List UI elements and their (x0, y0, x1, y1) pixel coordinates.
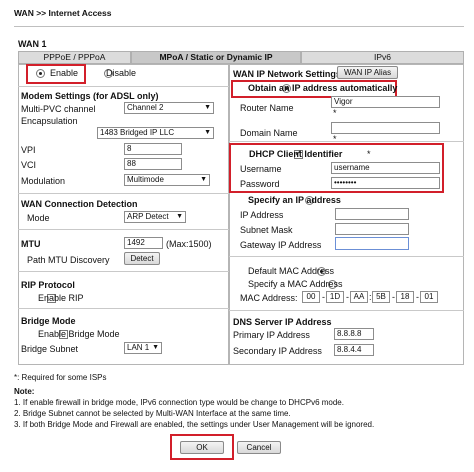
dhcp-note: * (367, 149, 371, 159)
primary-dns-label: Primary IP Address (233, 330, 310, 340)
mtu-title: MTU (21, 239, 41, 249)
modem-title: Modem Settings (for ADSL only) (21, 91, 159, 101)
secondary-dns-label: Secondary IP Address (233, 346, 322, 356)
detect-button[interactable]: Detect (124, 252, 160, 265)
encap-value: 1483 Bridged IP LLC (100, 128, 175, 137)
mac-separator: - (322, 292, 325, 302)
chevron-down-icon: ▼ (176, 213, 183, 220)
pvc-label: Multi-PVC channel (21, 104, 96, 114)
chevron-down-icon: ▼ (204, 129, 211, 136)
bridge-subnet-value: LAN 1 (127, 343, 150, 352)
mtu-max: (Max:1500) (166, 239, 212, 249)
mac-part-2[interactable]: 1D (326, 291, 344, 303)
mtu-discovery-label: Path MTU Discovery (27, 255, 110, 265)
modulation-select[interactable]: Multimode ▼ (124, 174, 210, 186)
enable-rip-label: Enable RIP (38, 293, 84, 303)
mac-separator: - (392, 292, 395, 302)
specify-mac-label: Specify a MAC Address (248, 279, 343, 289)
divider (229, 256, 464, 257)
mac-part-5[interactable]: 18 (396, 291, 414, 303)
divider (18, 193, 229, 194)
note-2: 2. Bridge Subnet cannot be selected by M… (14, 409, 291, 418)
vci-label: VCI (21, 160, 37, 170)
divider (18, 271, 229, 272)
ip-address-label: IP Address (240, 210, 284, 220)
section-title: WAN 1 (18, 39, 47, 49)
tab-pppoe[interactable]: PPPoE / PPPoA (18, 51, 131, 64)
tab-ipv6[interactable]: IPv6 (301, 51, 464, 64)
router-name-note: * (333, 108, 337, 118)
gateway-label: Gateway IP Address (240, 240, 322, 250)
vci-input[interactable]: 88 (124, 158, 182, 170)
subnet-mask-label: Subnet Mask (240, 225, 293, 235)
wcd-mode-select[interactable]: ARP Detect ▼ (124, 211, 186, 223)
tab-mpoa[interactable]: MPoA / Static or Dynamic IP (131, 51, 301, 64)
enable-bridge-label: Enable Bridge Mode (38, 329, 120, 339)
chevron-down-icon: ▼ (152, 344, 159, 351)
divider (18, 308, 229, 309)
obtain-auto-label: Obtain an IP address automatically (248, 83, 398, 93)
secondary-dns-input[interactable]: 8.8.4.4 (334, 344, 374, 356)
primary-dns-input[interactable]: 8.8.8.8 (334, 328, 374, 340)
chevron-down-icon: ▼ (204, 104, 211, 111)
domain-input[interactable] (331, 122, 440, 134)
required-note: *: Required for some ISPs (14, 373, 107, 382)
password-label: Password (240, 179, 280, 189)
subnet-mask-input[interactable] (335, 223, 409, 235)
pvc-select[interactable]: Channel 2 ▼ (124, 102, 214, 114)
mac-address-label: MAC Address: (240, 293, 298, 303)
divider (14, 26, 464, 27)
gateway-input[interactable] (335, 237, 409, 250)
pvc-value: Channel 2 (127, 103, 164, 112)
username-label: Username (240, 164, 282, 174)
wan-ip-network-tab[interactable]: WAN IP Network Settings (233, 69, 341, 79)
divider (229, 310, 464, 311)
mac-separator: - (416, 292, 419, 302)
wcd-title: WAN Connection Detection (21, 199, 138, 209)
cancel-button[interactable]: Cancel (237, 441, 281, 454)
password-input[interactable]: •••••••• (331, 177, 440, 189)
specify-ip-label: Specify an IP address (248, 195, 341, 205)
dns-title: DNS Server IP Address (233, 317, 332, 327)
wan-ip-alias-button[interactable]: WAN IP Alias (337, 66, 398, 79)
bridge-subnet-select[interactable]: LAN 1 ▼ (124, 342, 162, 354)
notes-title: Note: (14, 387, 35, 396)
note-3: 3. If both Bridge Mode and Firewall are … (14, 420, 375, 429)
username-input[interactable]: username (331, 162, 440, 174)
vpi-label: VPI (21, 145, 36, 155)
mac-part-3[interactable]: AA (350, 291, 368, 303)
wcd-mode-label: Mode (27, 213, 50, 223)
vpi-input[interactable]: 8 (124, 143, 182, 155)
divider (229, 141, 464, 142)
encap-label: Encapsulation (21, 116, 78, 126)
mac-part-1[interactable]: 00 (302, 291, 320, 303)
mtu-input[interactable]: 1492 (124, 237, 163, 249)
bridge-subnet-label: Bridge Subnet (21, 344, 79, 354)
encap-select[interactable]: 1483 Bridged IP LLC ▼ (97, 127, 214, 139)
mac-separator: - (346, 292, 349, 302)
enable-radio[interactable] (36, 69, 45, 78)
ok-button[interactable]: OK (180, 441, 224, 454)
default-mac-label: Default MAC Address (248, 266, 335, 276)
wcd-mode-value: ARP Detect (127, 212, 169, 221)
modulation-label: Modulation (21, 176, 66, 186)
mac-part-4[interactable]: 5B (372, 291, 390, 303)
disable-label: Disable (106, 68, 137, 78)
note-1: 1. If enable firewall in bridge mode, IP… (14, 398, 344, 407)
router-name-label: Router Name (240, 103, 294, 113)
divider (18, 229, 229, 230)
chevron-down-icon: ▼ (200, 176, 207, 183)
dhcp-client-label: DHCP Client Identifier (249, 149, 343, 159)
mac-part-6[interactable]: 01 (420, 291, 438, 303)
enable-label: Enable (50, 68, 79, 78)
rip-title: RIP Protocol (21, 280, 75, 290)
ip-address-input[interactable] (335, 208, 409, 220)
router-name-input[interactable]: Vigor (331, 96, 440, 108)
modulation-value: Multimode (127, 175, 164, 184)
bridge-title: Bridge Mode (21, 316, 76, 326)
divider (18, 86, 229, 87)
breadcrumb: WAN >> Internet Access (14, 8, 112, 18)
domain-label: Domain Name (240, 128, 298, 138)
